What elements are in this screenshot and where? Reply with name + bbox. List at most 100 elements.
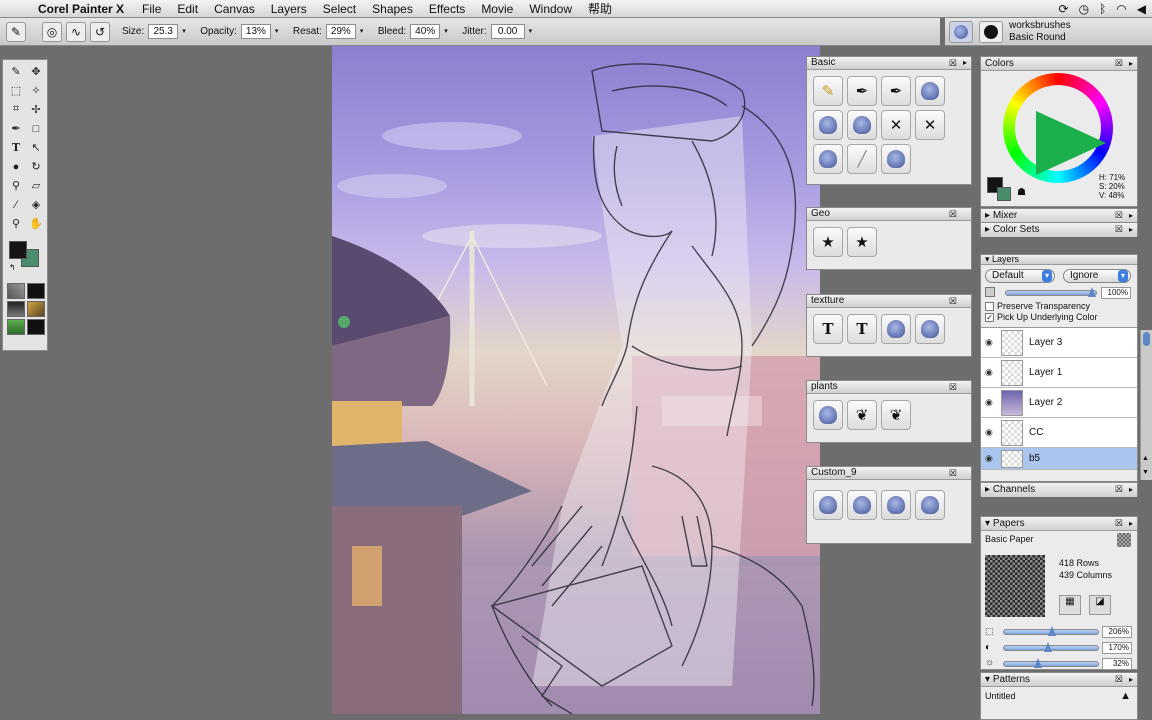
brush-variant-blob[interactable] xyxy=(881,314,911,344)
paper-texture-icon[interactable]: ◪ xyxy=(1089,595,1111,615)
paper-swatch[interactable] xyxy=(1117,533,1131,547)
preserve-transparency-checkbox[interactable] xyxy=(985,302,994,312)
shape-selection-icon[interactable]: ↖ xyxy=(27,139,45,156)
brush-category-icon[interactable] xyxy=(949,20,973,43)
brush-variant-pencil[interactable]: ✎ xyxy=(813,76,843,106)
brush-variant-blob[interactable] xyxy=(915,314,945,344)
expand-icon[interactable]: ▸ xyxy=(1129,57,1133,70)
dodge-icon[interactable]: ● xyxy=(7,158,25,175)
menu-movie[interactable]: Movie xyxy=(473,2,521,16)
swap-colors-icon[interactable]: ↰ xyxy=(9,263,16,272)
document-canvas[interactable] xyxy=(332,46,820,714)
brush-variant-text-t[interactable]: T xyxy=(847,314,877,344)
brush-variant-leaf[interactable]: ❦ xyxy=(881,400,911,430)
close-icon[interactable]: ☒ xyxy=(1115,673,1123,686)
cloner-icon[interactable]: ⚲ xyxy=(7,177,25,194)
brush-variant-crossed[interactable]: ✕ xyxy=(915,110,945,140)
brush-variant-name[interactable]: Basic Round xyxy=(1009,32,1071,44)
paper-scale-value[interactable]: 206% xyxy=(1102,626,1132,638)
magnifier-icon[interactable]: ⚲ xyxy=(7,215,25,232)
collapse-arrow-icon[interactable]: ▸ xyxy=(985,484,990,495)
jitter-dropdown-icon[interactable]: ▾ xyxy=(529,24,535,39)
crop-icon[interactable]: ⌗ xyxy=(7,101,25,118)
close-icon[interactable]: ☒ xyxy=(1115,57,1123,70)
paint-bucket-icon[interactable]: ◈ xyxy=(27,196,45,213)
expand-icon[interactable]: ▸ xyxy=(963,57,967,69)
expand-icon[interactable]: ▸ xyxy=(1129,209,1133,222)
wifi-icon[interactable]: ◠ xyxy=(1116,2,1126,16)
collapse-arrow-icon[interactable]: ▾ xyxy=(985,674,990,685)
brush-variant-blob[interactable] xyxy=(881,490,911,520)
menu-layers[interactable]: Layers xyxy=(263,2,315,16)
size-field[interactable]: 25.3 xyxy=(148,24,179,39)
paper-name[interactable]: Basic Paper xyxy=(985,534,1034,544)
brush-variant-blob[interactable] xyxy=(847,110,877,140)
brush-variant-blob[interactable] xyxy=(813,400,843,430)
stroke-type-icon[interactable]: ∿ xyxy=(66,21,86,42)
close-icon[interactable]: ☒ xyxy=(949,57,957,69)
visibility-eye-icon[interactable]: ◉ xyxy=(985,337,995,348)
composite-method-select[interactable]: Default xyxy=(985,269,1055,283)
paper-scale-slider[interactable] xyxy=(1003,626,1099,636)
brush-icon[interactable]: ✎ xyxy=(7,63,25,80)
menu-help[interactable]: 帮助 xyxy=(580,0,620,17)
look-selector-icon[interactable] xyxy=(27,319,45,335)
layer-row[interactable]: ◉ CC xyxy=(981,418,1137,448)
dropper-icon[interactable]: ⁄ xyxy=(7,196,25,213)
paper-selector-icon[interactable] xyxy=(7,283,25,299)
pick-up-underlying-checkbox[interactable]: ✓ xyxy=(985,313,994,323)
close-icon[interactable]: ☒ xyxy=(1115,517,1123,530)
close-icon[interactable]: ☒ xyxy=(949,381,957,393)
opacity-field[interactable]: 13% xyxy=(240,24,271,39)
layer-row[interactable]: ◉ Layer 3 xyxy=(981,328,1137,358)
layer-row[interactable]: ◉ Layer 1 xyxy=(981,358,1137,388)
pattern-name[interactable]: Untitled xyxy=(985,691,1016,701)
close-icon[interactable]: ☒ xyxy=(1115,223,1123,236)
close-icon[interactable]: ☒ xyxy=(1115,209,1123,222)
brush-variant-blob[interactable] xyxy=(813,144,843,174)
volume-icon[interactable]: ◀ xyxy=(1137,2,1146,16)
menu-file[interactable]: File xyxy=(134,2,169,16)
gradient-selector-icon[interactable] xyxy=(27,283,45,299)
bluetooth-icon[interactable]: ᛒ xyxy=(1099,2,1106,16)
foreground-color-swatch[interactable] xyxy=(9,241,27,259)
additional-color-swatch[interactable] xyxy=(997,187,1011,201)
paper-brightness-slider[interactable] xyxy=(1003,658,1099,668)
collapse-arrow-icon[interactable]: ▾ xyxy=(985,254,990,264)
paper-contrast-value[interactable]: 170% xyxy=(1102,642,1132,654)
brush-variant-text-t[interactable]: T xyxy=(813,314,843,344)
menu-window[interactable]: Window xyxy=(521,2,580,16)
clone-color-icon[interactable]: ☗ xyxy=(1017,187,1026,198)
dab-type-icon[interactable]: ◎ xyxy=(42,21,62,42)
pattern-swatch-icon[interactable]: ▲ xyxy=(1120,690,1131,702)
menu-edit[interactable]: Edit xyxy=(169,2,206,16)
reset-brush-icon[interactable]: ↺ xyxy=(90,21,110,42)
menu-effects[interactable]: Effects xyxy=(421,2,473,16)
expand-icon[interactable]: ▸ xyxy=(1129,517,1133,530)
mixer-panel[interactable]: ▸ Mixer ☒ ▸ xyxy=(980,208,1138,223)
paper-brightness-value[interactable]: 32% xyxy=(1102,658,1132,670)
composite-depth-select[interactable]: Ignore xyxy=(1063,269,1131,283)
visibility-eye-icon[interactable]: ◉ xyxy=(985,453,995,464)
close-icon[interactable]: ☒ xyxy=(1115,483,1123,496)
brush-variant-star[interactable]: ★ xyxy=(813,227,843,257)
channels-panel[interactable]: ▸ Channels ☒ ▸ xyxy=(980,482,1138,497)
rect-select-icon[interactable]: ⬚ xyxy=(7,82,25,99)
brush-variant-crossed[interactable]: ✕ xyxy=(881,110,911,140)
close-icon[interactable]: ☒ xyxy=(949,467,957,479)
layer-opacity-slider[interactable] xyxy=(1005,287,1097,297)
brush-variant-slash[interactable]: ╱ xyxy=(847,144,877,174)
bleed-dropdown-icon[interactable]: ▾ xyxy=(444,24,450,39)
size-dropdown-icon[interactable]: ▾ xyxy=(182,24,188,39)
saturation-value-triangle[interactable] xyxy=(1036,111,1106,175)
brush-variant-blob[interactable] xyxy=(847,490,877,520)
app-menu[interactable]: Corel Painter X xyxy=(30,2,134,16)
collapse-arrow-icon[interactable]: ▸ xyxy=(985,210,990,221)
visibility-eye-icon[interactable]: ◉ xyxy=(985,427,995,438)
brush-variant-blob[interactable] xyxy=(813,490,843,520)
paper-contrast-slider[interactable] xyxy=(1003,642,1099,652)
expand-icon[interactable]: ▸ xyxy=(1129,483,1133,496)
pen-icon[interactable]: ✒ xyxy=(7,120,25,137)
brush-variant-star[interactable]: ★ xyxy=(847,227,877,257)
rectangle-shape-icon[interactable]: □ xyxy=(27,120,45,137)
